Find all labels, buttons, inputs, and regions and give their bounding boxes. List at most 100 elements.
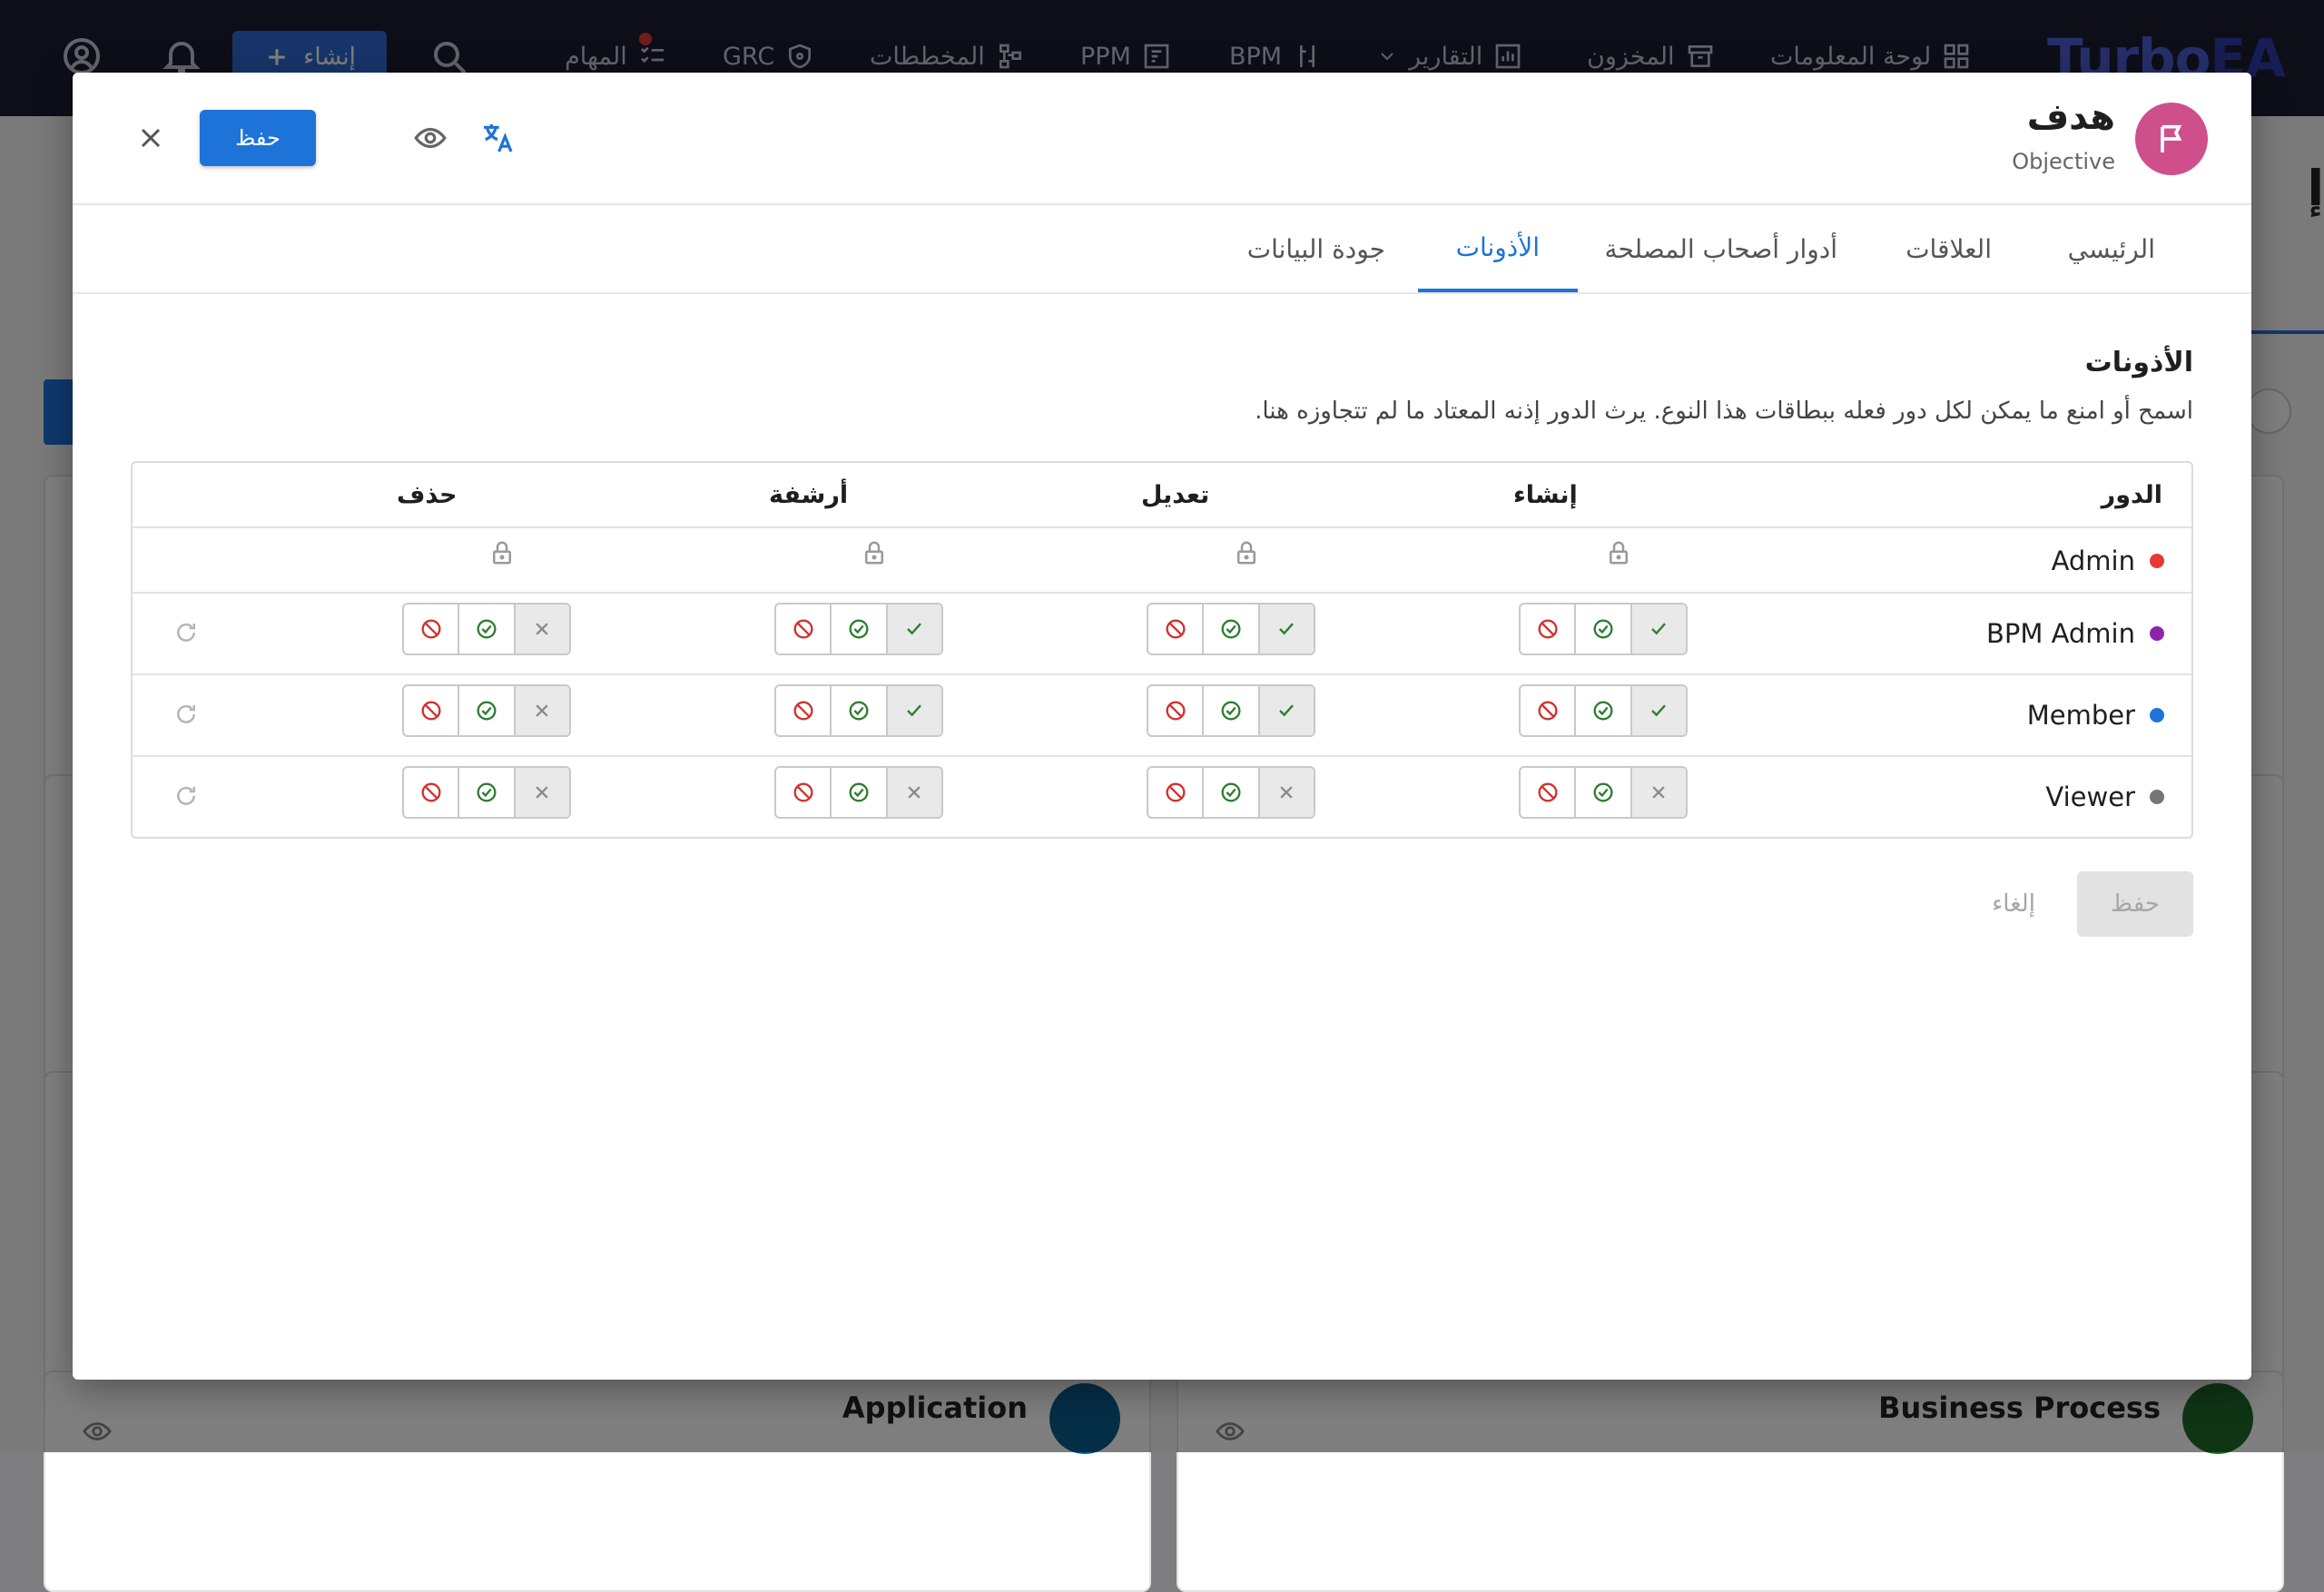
permission-toggle-archive [774,766,943,819]
allow-option[interactable] [459,686,516,735]
role-color-dot [2150,554,2164,568]
default-option[interactable] [1631,768,1686,817]
check-icon [907,704,922,717]
allow-option[interactable] [459,768,516,817]
modal-header: هدف Objective حفظ [73,73,2251,205]
row-divider [133,592,2191,594]
default-option[interactable] [887,686,941,735]
lock-icon [1610,541,1628,565]
allow-option[interactable] [459,604,516,654]
lock-icon [1237,541,1256,565]
deny-option[interactable] [1521,686,1577,735]
allow-icon [1593,619,1613,639]
deny-option[interactable] [1521,768,1577,817]
deny-icon [421,619,441,639]
footer-save-button[interactable]: حفظ [2077,871,2193,937]
tab-data-quality[interactable]: جودة البيانات [1247,205,1385,292]
row-divider [133,673,2191,675]
role-row-admin: Admin [2052,539,2164,583]
deny-option[interactable] [1521,604,1577,654]
allow-option[interactable] [1204,604,1260,654]
default-option[interactable] [1259,686,1314,735]
permission-toggle-create [1519,766,1688,819]
x-icon [908,786,921,799]
allow-icon [477,619,497,639]
save-button[interactable]: حفظ [200,110,316,166]
tab-relations[interactable]: العلاقات [1905,205,1992,292]
role-row-viewer: Viewer [2045,775,2164,819]
deny-icon [793,782,813,802]
footer-cancel-button[interactable]: إلغاء [1968,871,2059,937]
tab-main[interactable]: الرئيسي [2068,205,2155,292]
default-option[interactable] [515,686,569,735]
permission-toggle-delete [402,603,571,655]
translate-button[interactable] [470,111,525,165]
check-icon [1279,623,1295,635]
close-button[interactable] [123,111,178,165]
deny-option[interactable] [1148,686,1205,735]
allow-option[interactable] [1576,604,1632,654]
column-header-delete: حذف [397,481,458,509]
reset-icon[interactable] [172,701,200,728]
allow-icon [1221,619,1241,639]
default-option[interactable] [1259,604,1314,654]
default-option[interactable] [1259,768,1314,817]
allow-icon [1593,701,1613,721]
allow-icon [849,701,869,721]
deny-option[interactable] [1148,604,1205,654]
deny-option[interactable] [1148,768,1205,817]
deny-icon [1538,782,1558,802]
x-icon [536,623,548,635]
modal-subtitle: Objective [2012,149,2115,174]
deny-icon [1538,619,1558,639]
default-option[interactable] [1631,686,1686,735]
deny-option[interactable] [776,604,832,654]
default-option[interactable] [1631,604,1686,654]
card-type-modal: هدف Objective حفظ الرئيسي العلاقات أدوار… [73,73,2251,1380]
tab-stakeholder-roles[interactable]: أدوار أصحاب المصلحة [1604,205,1837,292]
allow-icon [477,701,497,721]
permission-toggle-edit [1147,603,1315,655]
reset-icon[interactable] [172,619,200,646]
close-icon [141,128,161,148]
default-option[interactable] [515,604,569,654]
type-avatar [2135,103,2208,175]
deny-option[interactable] [404,686,460,735]
allow-option[interactable] [1204,768,1260,817]
deny-icon [1166,782,1186,802]
allow-option[interactable] [1204,686,1260,735]
column-header-role: الدور [2101,481,2162,509]
tab-permissions[interactable]: الأذونات [1417,205,1578,292]
eye-icon [414,127,447,149]
allow-option[interactable] [1576,686,1632,735]
row-divider [133,526,2191,528]
check-icon [907,623,922,635]
modal-tabs: الرئيسي العلاقات أدوار أصحاب المصلحة الأ… [73,205,2251,294]
reset-icon[interactable] [172,782,200,810]
default-option[interactable] [887,604,941,654]
deny-option[interactable] [776,768,832,817]
permission-toggle-delete [402,766,571,819]
allow-icon [1593,782,1613,802]
deny-option[interactable] [404,768,460,817]
allow-icon [1221,701,1241,721]
column-header-create: إنشاء [1513,481,1578,509]
allow-icon [1221,782,1241,802]
default-option[interactable] [887,768,941,817]
check-icon [1651,623,1667,635]
role-row-bpm-admin: BPM Admin [1986,612,2164,655]
allow-option[interactable] [832,686,888,735]
modal-title: هدف [2026,96,2115,138]
default-option[interactable] [515,768,569,817]
deny-option[interactable] [404,604,460,654]
row-divider [133,755,2191,757]
flag-icon [2161,124,2182,152]
section-title: الأذونات [2084,347,2193,378]
permission-toggle-edit [1147,766,1315,819]
preview-button[interactable] [403,111,458,165]
allow-option[interactable] [1576,768,1632,817]
allow-option[interactable] [832,768,888,817]
column-header-archive: أرشفة [769,481,849,509]
deny-option[interactable] [776,686,832,735]
allow-option[interactable] [832,604,888,654]
